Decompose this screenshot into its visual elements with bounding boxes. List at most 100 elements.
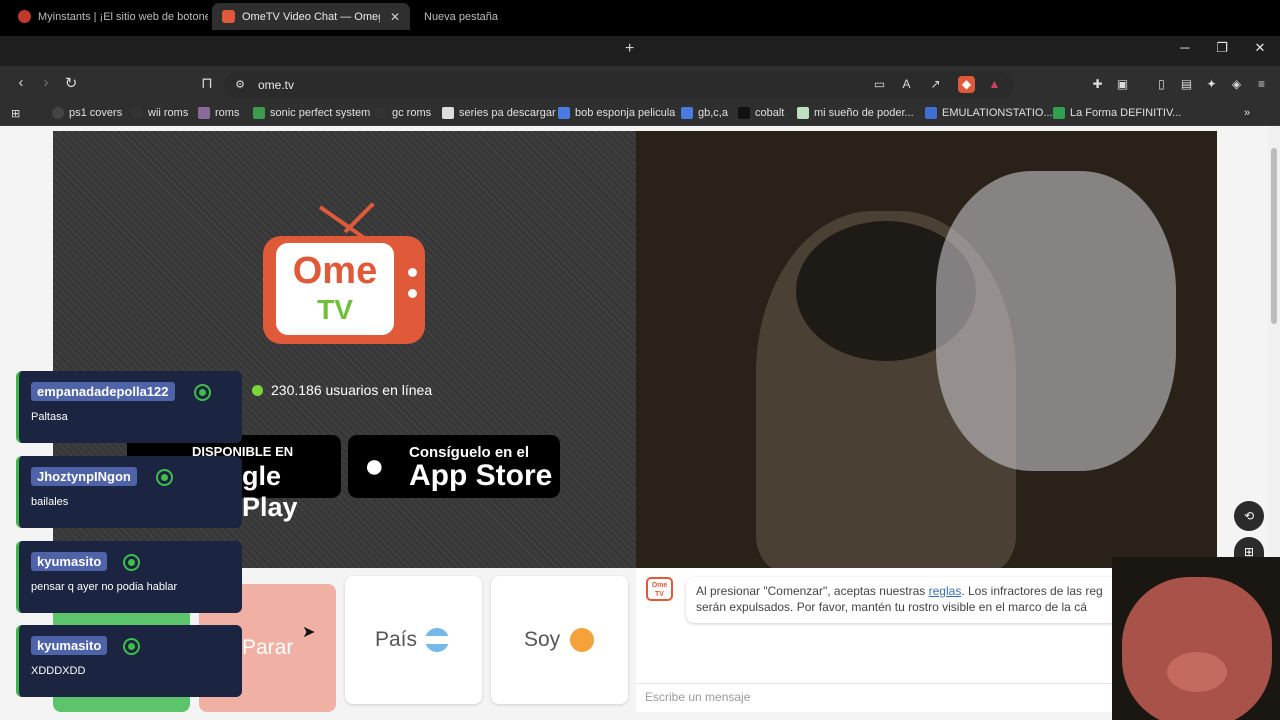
- verified-badge-icon: [125, 556, 138, 569]
- sheets-icon: [1053, 107, 1065, 119]
- bookmark-mi-sueno[interactable]: mi sueño de poder...: [797, 107, 914, 119]
- reader-icon[interactable]: ▣: [1114, 76, 1131, 93]
- chat-logo-top: Ome: [651, 582, 668, 589]
- tab-strip: [0, 36, 1280, 66]
- more-bookmarks-icon[interactable]: »: [1244, 107, 1250, 119]
- brave-shields-icon[interactable]: ◆: [958, 76, 975, 93]
- grid-icon: [442, 107, 454, 119]
- waving-hand: [936, 171, 1176, 471]
- pig-snout: [1167, 652, 1227, 692]
- bookmark-icon[interactable]: ⊓: [197, 74, 217, 92]
- bookmark-emulationstation[interactable]: EMULATIONSTATIO...: [925, 107, 1053, 119]
- verified-badge-icon: [196, 386, 209, 399]
- notification-username: kyumasito: [31, 636, 108, 655]
- cast-icon[interactable]: ▭: [871, 76, 888, 93]
- bookmark-ps1-covers[interactable]: ps1 covers: [52, 107, 122, 119]
- sidebar-icon[interactable]: ▯: [1153, 76, 1170, 93]
- maximize-icon[interactable]: ❐: [1207, 40, 1237, 56]
- logo-ome-text: Ome: [292, 250, 378, 292]
- country-label: País: [375, 628, 418, 651]
- bookmark-gc-roms[interactable]: gc roms: [375, 107, 431, 119]
- store-big-text: App Store: [409, 459, 553, 492]
- translate-chat-icon[interactable]: ⟲: [1234, 501, 1264, 531]
- store-big-text: gle Play: [242, 461, 298, 522]
- wallet-icon[interactable]: ▤: [1178, 76, 1195, 93]
- bookmark-la-forma[interactable]: La Forma DEFINITIV...: [1053, 107, 1181, 119]
- overlay-image: [1112, 557, 1280, 720]
- notification-username: JhoztynpINgon: [31, 467, 137, 486]
- chat-notification: empanadadepolla122 Paltasa: [16, 371, 242, 443]
- vpn-icon[interactable]: ◈: [1228, 76, 1245, 93]
- bookmark-sonic[interactable]: sonic perfect system: [253, 107, 370, 119]
- chat-notification: JhoztynpINgon bailales: [16, 456, 242, 528]
- bookmark-gbca[interactable]: gb,c,a: [681, 107, 728, 119]
- site-icon: [925, 107, 937, 119]
- bookmark-label: mi sueño de poder...: [814, 107, 914, 119]
- remote-video-pane: [636, 131, 1217, 568]
- system-message-line-2: serán expulsados. Por favor, mantén tu r…: [696, 600, 1087, 614]
- notification-username: empanadadepolla122: [31, 382, 175, 401]
- gender-button[interactable]: Soy: [491, 576, 628, 704]
- app-store-button[interactable]: ● Consíguelo en el App Store: [348, 435, 560, 498]
- tab-label: Myinstants | ¡El sitio web de botones: [38, 10, 208, 23]
- address-bar[interactable]: [224, 72, 1014, 98]
- notification-message: Paltasa: [31, 411, 68, 423]
- bookmark-wii-roms[interactable]: wii roms: [131, 107, 188, 119]
- bookmark-series[interactable]: series pa descargar: [442, 107, 556, 119]
- menu-icon[interactable]: ≡: [1253, 76, 1270, 93]
- bookmark-label: cobalt: [755, 107, 785, 119]
- logo-knob: [408, 268, 417, 277]
- apple-icon: ●: [364, 447, 385, 485]
- tab-myinstants[interactable]: Myinstants | ¡El sitio web de botones: [8, 3, 208, 30]
- translate-icon[interactable]: A: [898, 76, 915, 93]
- bookmark-label: wii roms: [148, 107, 189, 119]
- logo-tv-text: TV: [317, 294, 353, 325]
- audio-icon: [222, 10, 235, 23]
- leo-ai-icon[interactable]: ✦: [1203, 76, 1220, 93]
- tab-ometv[interactable]: OmeTV Video Chat — Omegl ✕: [212, 3, 410, 30]
- notification-message: pensar q ayer no podia hablar: [31, 581, 178, 593]
- chat-notification: kyumasito XDDDXDD: [16, 625, 242, 697]
- bookmark-label: roms: [215, 107, 240, 119]
- country-button[interactable]: País: [345, 576, 482, 704]
- drive-icon: [253, 107, 265, 119]
- boy-face-icon: [570, 628, 594, 652]
- tab-label: OmeTV Video Chat — Omegl: [242, 10, 380, 23]
- apps-icon[interactable]: ⊞: [11, 107, 20, 120]
- myinstants-favicon-icon: [18, 10, 31, 23]
- close-window-icon[interactable]: ✕: [1245, 40, 1275, 56]
- chat-notification: kyumasito pensar q ayer no podia hablar: [16, 541, 242, 613]
- scrollbar-thumb[interactable]: [1271, 148, 1277, 324]
- tab-new[interactable]: Nueva pestaña: [414, 3, 614, 30]
- reload-icon[interactable]: ↻: [61, 74, 81, 92]
- bookmark-label: EMULATIONSTATIO...: [942, 107, 1053, 119]
- online-users-count: 230.186 usuarios en línea: [271, 382, 433, 398]
- stop-label: Parar: [242, 636, 294, 659]
- site-settings-icon[interactable]: ⚙: [230, 78, 250, 91]
- message-input-placeholder[interactable]: Escribe un mensaje: [645, 690, 750, 704]
- new-tab-button[interactable]: +: [625, 40, 634, 58]
- globe-icon: [52, 107, 64, 119]
- back-icon[interactable]: ‹: [11, 74, 31, 91]
- rules-link[interactable]: reglas: [929, 584, 962, 598]
- verified-badge-icon: [125, 640, 138, 653]
- bookmark-cobalt[interactable]: cobalt: [738, 107, 784, 119]
- bookmark-label: gc roms: [392, 107, 432, 119]
- close-tab-icon[interactable]: ✕: [390, 10, 400, 24]
- msg-text: . Los infractores de las reg: [961, 584, 1103, 598]
- notification-message: bailales: [31, 496, 69, 508]
- brave-rewards-icon[interactable]: ▲: [986, 76, 1003, 93]
- minimize-icon[interactable]: ─: [1170, 40, 1200, 55]
- tab-label: Nueva pestaña: [424, 10, 498, 23]
- extensions-icon[interactable]: ✚: [1089, 76, 1106, 93]
- share-icon[interactable]: ↗: [927, 76, 944, 93]
- docs-icon: [558, 107, 570, 119]
- url-text[interactable]: ome.tv: [258, 78, 294, 92]
- bookmark-roms[interactable]: roms: [198, 107, 239, 119]
- notification-message: XDDDXDD: [31, 665, 86, 677]
- forward-icon[interactable]: ›: [36, 74, 56, 91]
- gender-label: Soy: [524, 628, 561, 651]
- online-indicator-icon: [252, 385, 263, 396]
- bookmark-bob-esponja[interactable]: bob esponja pelicula: [558, 107, 675, 119]
- loading-icon: [131, 107, 143, 119]
